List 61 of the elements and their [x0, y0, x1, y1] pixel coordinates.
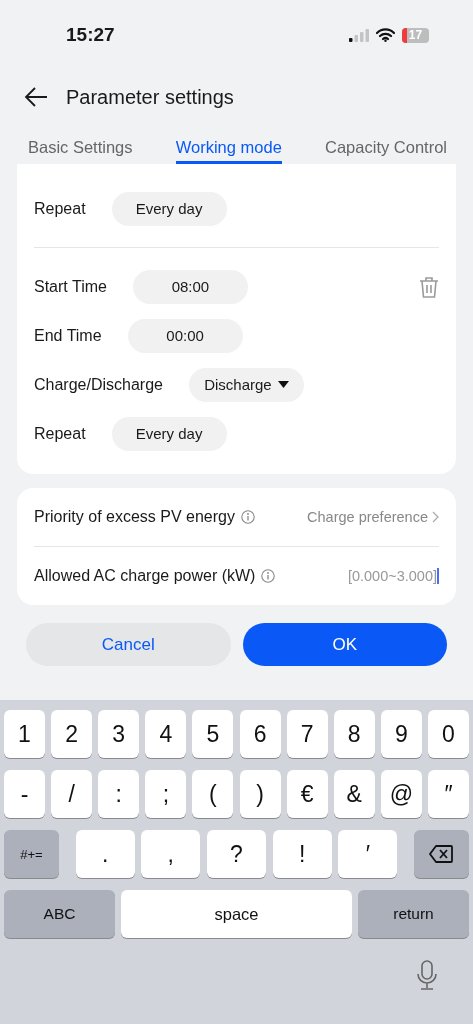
- keyboard-key[interactable]: :: [98, 770, 140, 818]
- keyboard-key[interactable]: -: [4, 770, 45, 818]
- caret-icon: [277, 381, 289, 388]
- keyboard-key[interactable]: 0: [428, 710, 469, 758]
- keyboard-key[interactable]: @: [380, 770, 422, 818]
- back-arrow-icon[interactable]: [24, 87, 48, 107]
- tab[interactable]: Capacity Control: [325, 138, 447, 164]
- keyboard-key[interactable]: 4: [145, 710, 187, 758]
- field-label: Charge/Discharge: [34, 375, 163, 394]
- keyboard-key[interactable]: ′: [338, 830, 398, 878]
- keyboard-key[interactable]: /: [51, 770, 93, 818]
- keyboard-key[interactable]: ): [239, 770, 281, 818]
- input-field[interactable]: [0.000~3.000]: [333, 568, 439, 584]
- keyboard-key[interactable]: €: [286, 770, 328, 818]
- select-value[interactable]: Charge preference: [307, 509, 439, 525]
- status-time: 15:27: [66, 24, 116, 46]
- keyboard-key[interactable]: ABC: [4, 890, 115, 938]
- delete-key[interactable]: [413, 830, 469, 878]
- cancel-button[interactable]: Cancel: [26, 623, 231, 666]
- keyboard-key[interactable]: 2: [51, 710, 93, 758]
- info-icon[interactable]: [261, 569, 276, 583]
- value-pill[interactable]: 00:00: [127, 318, 243, 353]
- keyboard-key[interactable]: !: [272, 830, 332, 878]
- setting-label: Allowed AC charge power (kW): [34, 567, 256, 585]
- chevron-right-icon: [432, 511, 439, 523]
- wifi-icon: [376, 28, 395, 42]
- keyboard-key[interactable]: (: [192, 770, 234, 818]
- keyboard-key[interactable]: 3: [98, 710, 140, 758]
- field-label: End Time: [34, 326, 102, 345]
- tab[interactable]: Basic Settings: [28, 138, 133, 164]
- dropdown[interactable]: Discharge: [188, 367, 304, 402]
- battery-indicator: 17: [402, 27, 429, 43]
- value-pill[interactable]: Every day: [111, 416, 227, 451]
- keyboard-key[interactable]: ″: [428, 770, 469, 818]
- keyboard-key[interactable]: ;: [145, 770, 187, 818]
- value-pill[interactable]: 08:00: [132, 269, 248, 304]
- page-title: Parameter settings: [66, 85, 234, 109]
- keyboard-key[interactable]: 1: [4, 710, 45, 758]
- backspace-icon: [429, 845, 454, 863]
- keyboard-key[interactable]: 6: [239, 710, 281, 758]
- keyboard-key[interactable]: ?: [206, 830, 266, 878]
- info-icon[interactable]: [240, 510, 255, 524]
- keyboard-key[interactable]: .: [75, 830, 135, 878]
- keyboard-key[interactable]: 7: [286, 710, 328, 758]
- setting-label: Priority of excess PV energy: [34, 508, 235, 526]
- space-key[interactable]: space: [121, 890, 352, 938]
- keyboard-key[interactable]: 9: [380, 710, 422, 758]
- keyboard-key[interactable]: 5: [192, 710, 234, 758]
- signal-icon: [349, 28, 369, 42]
- field-label: Repeat: [34, 199, 86, 218]
- microphone-icon[interactable]: [417, 960, 437, 990]
- keyboard-key[interactable]: ,: [141, 830, 201, 878]
- trash-icon[interactable]: [419, 275, 439, 298]
- value-pill[interactable]: Every day: [111, 191, 227, 226]
- keyboard-key[interactable]: &: [333, 770, 375, 818]
- keyboard-key[interactable]: #+=: [4, 830, 59, 878]
- field-label: Repeat: [34, 424, 86, 443]
- field-label: Start Time: [34, 277, 107, 296]
- keyboard-key[interactable]: 8: [333, 710, 375, 758]
- keyboard-key[interactable]: return: [358, 890, 469, 938]
- ok-button[interactable]: OK: [242, 623, 447, 666]
